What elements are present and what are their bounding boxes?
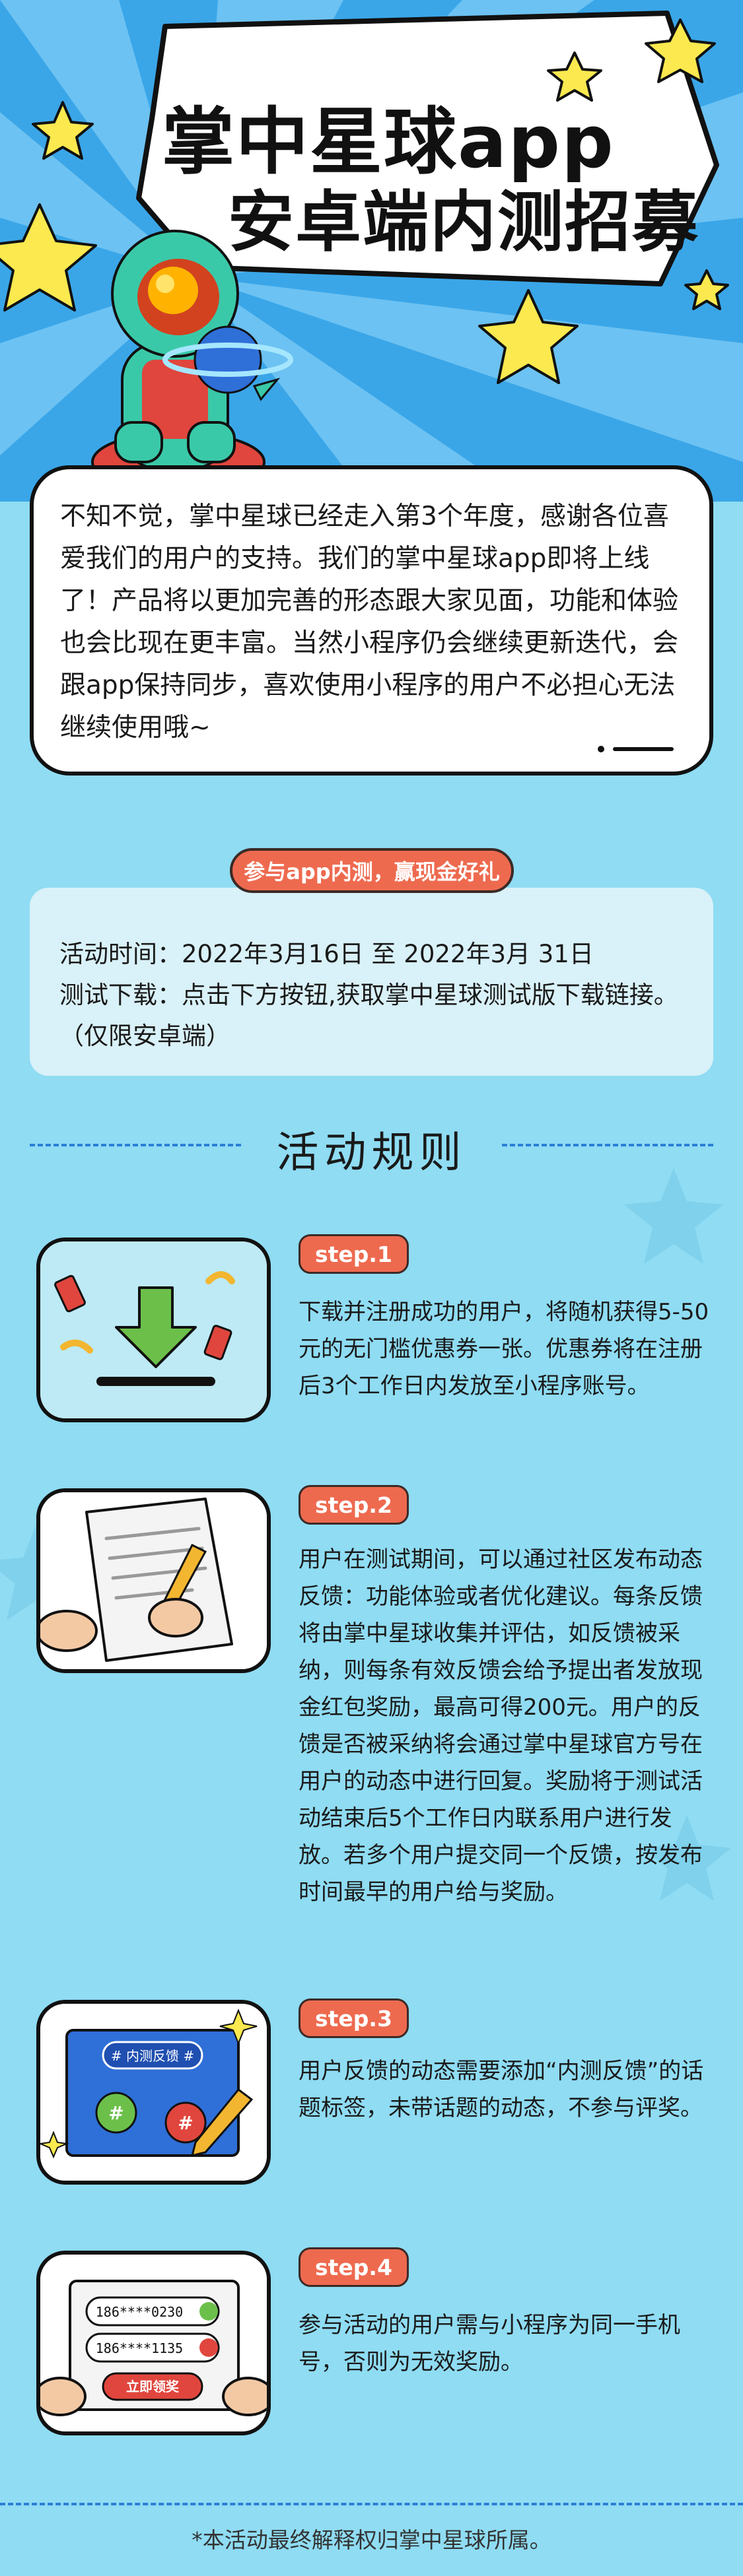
hash-bubble-red: # bbox=[178, 2112, 193, 2134]
phone-verify-icon: 186****0230 186****1135 立即领奖 bbox=[40, 2255, 267, 2431]
step3-badge: step.3 bbox=[299, 1998, 409, 2038]
step2-text: 用户在测试期间，可以通过社区发布动态反馈：功能体验或者优化建议。每条反馈将由掌中… bbox=[299, 1546, 703, 1905]
footer-disclaimer: *本活动最终解释权归掌中星球所属。 bbox=[192, 2527, 551, 2553]
event-download-label: 测试下载： bbox=[59, 981, 182, 1009]
event-download-row: 测试下载：点击下方按钮,获取掌中星球测试版下载链接。（仅限安卓端） bbox=[59, 975, 684, 1057]
star-icon bbox=[624, 1168, 723, 1264]
step2-illustration bbox=[36, 1488, 271, 1673]
phone-number-1: 186****0230 bbox=[96, 2304, 183, 2320]
step3-illustration: # 内测反馈 # # # bbox=[36, 2000, 271, 2185]
claim-reward-label: 立即领奖 bbox=[126, 2379, 180, 2394]
dots-decoration-icon bbox=[598, 746, 674, 752]
step4-text: 参与活动的用户需与小程序为同一手机号，否则为无效奖励。 bbox=[299, 2312, 680, 2375]
writing-feedback-icon bbox=[40, 1492, 267, 1669]
phone-number-2: 186****1135 bbox=[96, 2340, 183, 2356]
topic-tag-label: # 内测反馈 # bbox=[111, 2048, 194, 2064]
event-time-value: 2022年3月16日 至 2022年3月 31日 bbox=[182, 940, 594, 968]
step4-badge: step.4 bbox=[299, 2247, 409, 2287]
step1-text: 下载并注册成功的用户，将随机获得5-50元的无门槛优惠券一张。优惠券将在注册后3… bbox=[299, 1299, 709, 1399]
event-info-card: 活动时间：2022年3月16日 至 2022年3月 31日 测试下载：点击下方按… bbox=[30, 888, 713, 1076]
download-icon bbox=[40, 1241, 267, 1418]
star-icon bbox=[684, 269, 729, 310]
intro-paragraph: 不知不觉，掌中星球已经走入第3个年度，感谢各位喜爱我们的用户的支持。我们的掌中星… bbox=[60, 502, 679, 743]
participate-badge: 参与app内测，赢现金好礼 bbox=[230, 848, 514, 893]
step4-illustration: 186****0230 186****1135 立即领奖 bbox=[36, 2251, 271, 2435]
step2-badge: step.2 bbox=[299, 1485, 409, 1525]
hero-title-line2: 安卓端内测招募 bbox=[228, 183, 699, 261]
event-time-row: 活动时间：2022年3月16日 至 2022年3月 31日 bbox=[59, 934, 684, 975]
topic-tag-icon: # 内测反馈 # # # bbox=[40, 2004, 267, 2181]
hash-bubble-green: # bbox=[108, 2102, 124, 2124]
step3-text: 用户反馈的动态需要添加“内测反馈”的话题标签，未带话题的动态，不参与评奖。 bbox=[299, 2058, 704, 2121]
step1-badge: step.1 bbox=[299, 1234, 409, 1274]
footer-divider bbox=[0, 2503, 743, 2505]
intro-speech-bubble: 不知不觉，掌中星球已经走入第3个年度，感谢各位喜爱我们的用户的支持。我们的掌中星… bbox=[30, 465, 713, 776]
step1-illustration bbox=[36, 1238, 271, 1422]
event-time-label: 活动时间： bbox=[59, 940, 182, 968]
hero-banner: 掌中星球app 安卓端内测招募 bbox=[0, 0, 743, 502]
